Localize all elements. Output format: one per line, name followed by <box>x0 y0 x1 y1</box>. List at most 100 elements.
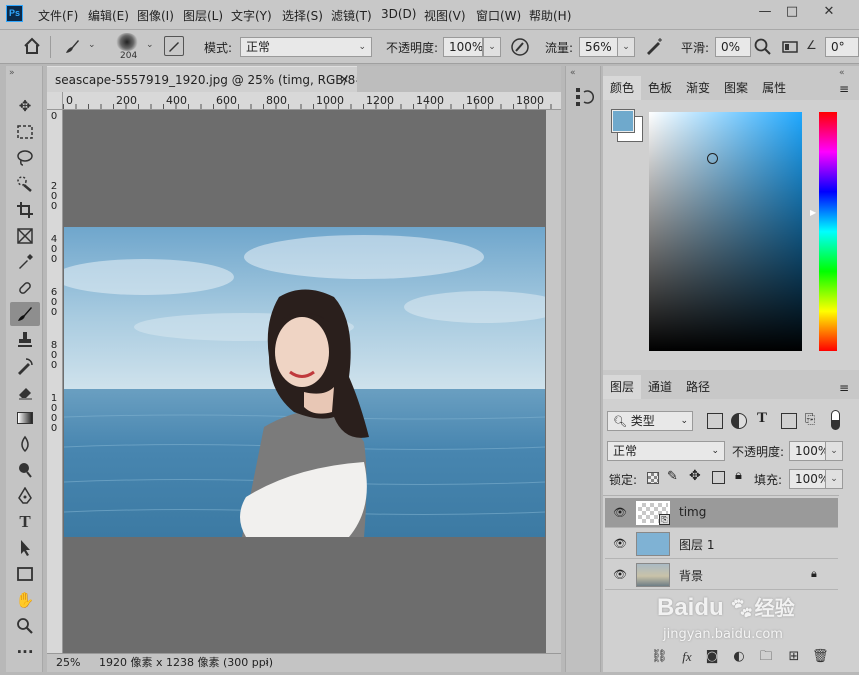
eraser-tool-icon[interactable] <box>10 380 40 404</box>
brush-tip-icon[interactable] <box>116 33 138 51</box>
lock-transparency-icon[interactable] <box>647 472 659 484</box>
angle-input[interactable]: 0° <box>825 37 859 57</box>
layer-name[interactable]: 背景 <box>679 567 703 584</box>
chevron-right-icon[interactable]: › <box>265 654 269 672</box>
zoom-level[interactable]: 25% <box>56 654 80 672</box>
vertical-ruler[interactable]: 0 2 0 0 4 0 0 6 0 0 8 0 0 1 0 0 0 <box>47 110 63 653</box>
filter-pixel-icon[interactable] <box>707 413 723 429</box>
lock-artboard-icon[interactable] <box>712 471 725 484</box>
blur-tool-icon[interactable] <box>10 432 40 456</box>
add-mask-icon[interactable]: ◙ <box>704 649 720 665</box>
filter-smart-object-icon[interactable]: ⎘ <box>805 412 815 427</box>
filter-adjustment-icon[interactable] <box>731 413 747 429</box>
brush-tool-icon[interactable] <box>10 302 40 326</box>
rectangle-tool-icon[interactable] <box>10 562 40 586</box>
collapse-chevrons-icon[interactable]: » <box>9 68 15 78</box>
maximize-button[interactable]: □ <box>779 2 805 22</box>
brush-settings-icon[interactable] <box>164 36 184 56</box>
fill-input[interactable]: 100% <box>789 469 827 489</box>
menu-filter[interactable]: 滤镜(T) <box>331 7 372 24</box>
close-tab-icon[interactable]: ✕ <box>340 67 349 92</box>
chevron-down-icon[interactable]: ⌄ <box>88 40 96 50</box>
foreground-color-swatch[interactable] <box>611 109 635 133</box>
color-picker-marker[interactable] <box>707 153 718 164</box>
fill-dropdown-chevron-icon[interactable]: ⌄ <box>825 469 843 489</box>
history-brush-tool-icon[interactable] <box>10 354 40 378</box>
pressure-opacity-icon[interactable] <box>509 36 531 58</box>
airbrush-icon[interactable] <box>643 36 665 58</box>
layer-filter-select[interactable]: 🔍︎ 类型 ⌄ <box>607 411 693 431</box>
gradient-tool-icon[interactable] <box>10 406 40 430</box>
opacity-dropdown-chevron-icon[interactable]: ⌄ <box>483 37 501 57</box>
layer-name[interactable]: 图层 1 <box>679 536 714 553</box>
menu-file[interactable]: 文件(F) <box>38 7 78 24</box>
color-field[interactable] <box>649 112 802 351</box>
lock-all-icon[interactable]: 🔒︎ <box>735 468 742 483</box>
home-icon[interactable] <box>22 36 42 56</box>
search-icon[interactable] <box>753 37 773 57</box>
path-selection-tool-icon[interactable] <box>10 536 40 560</box>
menu-type[interactable]: 文字(Y) <box>231 7 272 24</box>
filter-shape-icon[interactable] <box>781 413 797 429</box>
tab-patterns[interactable]: 图案 <box>717 76 755 100</box>
eye-visibility-icon[interactable]: 👁︎ <box>613 537 627 551</box>
menu-layer[interactable]: 图层(L) <box>183 7 223 24</box>
menu-select[interactable]: 选择(S) <box>282 7 323 24</box>
canvas-area[interactable] <box>63 110 546 653</box>
menu-3d[interactable]: 3D(D) <box>381 7 416 21</box>
menu-edit[interactable]: 编辑(E) <box>88 7 129 24</box>
horizontal-ruler[interactable]: 0 200 400 600 800 1000 1200 1400 1600 18… <box>63 92 561 110</box>
tab-gradients[interactable]: 渐变 <box>679 76 717 100</box>
gear-settings-icon[interactable] <box>781 38 799 56</box>
filter-type-icon[interactable]: T <box>757 410 767 427</box>
clone-stamp-tool-icon[interactable] <box>10 328 40 352</box>
more-tools-icon[interactable]: ··· <box>10 640 40 664</box>
crop-tool-icon[interactable] <box>10 198 40 222</box>
document-image[interactable] <box>64 227 545 537</box>
layer-opacity-input[interactable]: 100% <box>789 441 827 461</box>
dodge-tool-icon[interactable] <box>10 458 40 482</box>
layer-row[interactable]: 👁︎ 图层 1 <box>605 529 838 559</box>
flow-input[interactable]: 56% <box>579 37 619 57</box>
opacity-input[interactable]: 100% <box>443 37 483 57</box>
marquee-tool-icon[interactable] <box>10 120 40 144</box>
layer-row[interactable]: 👁︎ 背景 🔒︎ <box>605 560 838 590</box>
zoom-tool-icon[interactable] <box>10 614 40 638</box>
tab-properties[interactable]: 属性 <box>755 76 793 100</box>
collapse-chevrons-icon[interactable]: « <box>570 68 576 78</box>
layer-row[interactable]: 👁︎ ⎘ timg <box>605 498 838 528</box>
tab-swatches[interactable]: 色板 <box>641 76 679 100</box>
tab-color[interactable]: 颜色 <box>603 76 642 100</box>
link-layers-icon[interactable]: ⛓︎ <box>651 649 668 665</box>
menu-window[interactable]: 窗口(W) <box>476 7 521 24</box>
menu-image[interactable]: 图像(I) <box>137 7 174 24</box>
flow-dropdown-chevron-icon[interactable]: ⌄ <box>617 37 635 57</box>
chevron-down-icon[interactable]: ⌄ <box>146 40 154 50</box>
smooth-input[interactable]: 0% <box>715 37 751 57</box>
hue-slider[interactable] <box>819 112 837 351</box>
filter-toggle-switch[interactable] <box>831 410 840 430</box>
menu-help[interactable]: 帮助(H) <box>529 7 571 24</box>
panel-menu-icon[interactable]: ≡ <box>839 381 849 395</box>
adjustment-layer-icon[interactable]: ◐ <box>731 649 747 665</box>
tab-layers[interactable]: 图层 <box>603 375 642 399</box>
document-tab[interactable]: seascape-5557919_1920.jpg @ 25% (timg, R… <box>47 66 357 92</box>
healing-brush-tool-icon[interactable] <box>10 276 40 300</box>
menu-view[interactable]: 视图(V) <box>424 7 466 24</box>
hand-tool-icon[interactable]: ✋ <box>10 588 40 612</box>
hue-slider-handle-icon[interactable]: ▶ <box>810 208 816 217</box>
new-layer-icon[interactable]: ⊞ <box>786 649 802 665</box>
type-tool-icon[interactable]: T <box>10 510 40 534</box>
tab-paths[interactable]: 路径 <box>679 375 717 399</box>
lasso-tool-icon[interactable] <box>10 146 40 170</box>
panel-menu-icon[interactable]: ≡ <box>839 82 849 96</box>
tab-channels[interactable]: 通道 <box>641 375 679 399</box>
layer-name[interactable]: timg <box>679 505 706 519</box>
layer-effects-icon[interactable]: fx <box>679 649 695 665</box>
mode-select[interactable]: 正常 ⌄ <box>240 37 372 57</box>
pen-tool-icon[interactable] <box>10 484 40 508</box>
lock-pixels-icon[interactable]: ✎ <box>667 469 678 484</box>
eyedropper-tool-icon[interactable] <box>10 250 40 274</box>
quick-selection-tool-icon[interactable] <box>10 172 40 196</box>
lock-position-icon[interactable]: ✥ <box>689 468 701 484</box>
